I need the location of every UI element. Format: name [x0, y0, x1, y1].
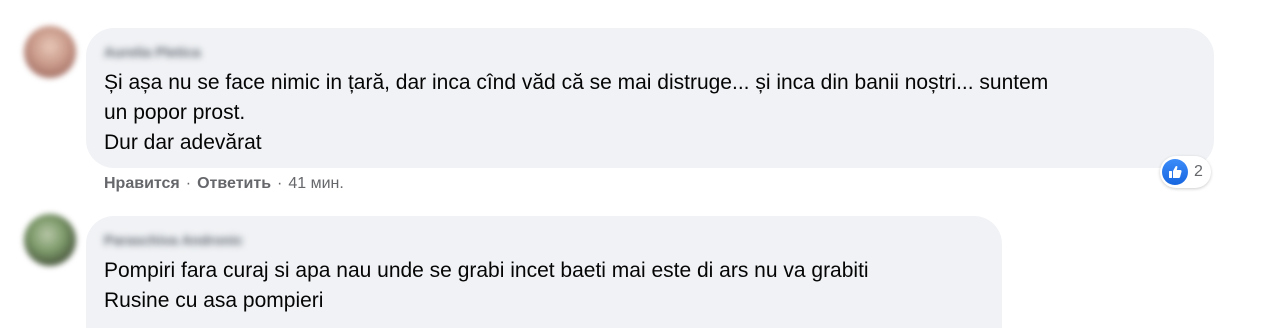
separator-dot: · [185, 175, 192, 192]
comment-text: Pompiri fara curaj si apa nau unde se gr… [104, 256, 869, 316]
comment-bubble: Paraschiva Andronic Pompiri fara curaj s… [86, 216, 1002, 328]
like-button[interactable]: Нравится [104, 175, 180, 192]
separator-dot: · [277, 175, 283, 192]
thumbs-up-icon [1162, 159, 1188, 185]
commenter-avatar[interactable] [24, 214, 76, 266]
reaction-count: 2 [1194, 163, 1203, 180]
reply-button[interactable]: Ответить [197, 175, 271, 192]
comment-text-line: Și așa nu se face nimic in țară, dar inc… [104, 71, 1049, 94]
comment-text-line: Pompiri fara curaj si apa nau unde se gr… [104, 259, 869, 282]
comment-bubble: Aurelia Pletica Și așa nu se face nimic … [86, 28, 1214, 168]
comment-text-line: Dur dar adevărat [104, 131, 262, 154]
comment-text-line: Rusine cu asa pompieri [104, 289, 324, 312]
comment-text-line: un popor prost. [104, 101, 246, 124]
comment-text: Și așa nu se face nimic in țară, dar inc… [104, 68, 1048, 158]
comment-author-name[interactable]: Paraschiva Andronic [104, 232, 243, 248]
commenter-avatar[interactable] [24, 26, 76, 78]
comment-author-name[interactable]: Aurelia Pletica [104, 44, 201, 60]
comment-timestamp[interactable]: 41 мин. [288, 175, 343, 192]
comment-actions: Нравится · Ответить · 41 мин. [104, 174, 344, 194]
reaction-summary[interactable]: 2 [1160, 156, 1211, 188]
